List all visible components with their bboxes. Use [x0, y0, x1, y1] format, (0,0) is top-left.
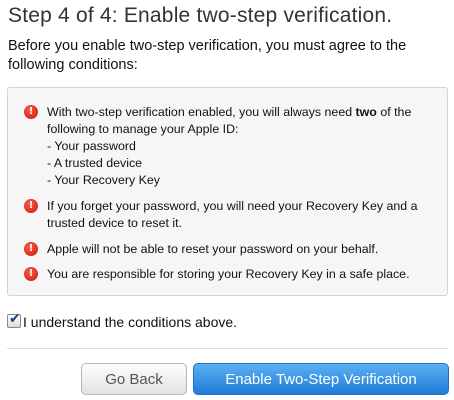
go-back-button[interactable]: Go Back	[81, 363, 187, 395]
enable-two-step-button[interactable]: Enable Two-Step Verification	[193, 363, 449, 395]
page-title: Step 4 of 4: Enable two-step verificatio…	[8, 4, 393, 27]
intro-text: Before you enable two-step verification,…	[8, 38, 407, 73]
divider	[7, 348, 448, 349]
condition-subitem-trusted-device: - A trusted device	[47, 156, 143, 170]
conditions-panel: ! With two-step verification enabled, yo…	[7, 87, 448, 296]
warning-icon: !	[24, 242, 38, 256]
agree-label[interactable]: I understand the conditions above.	[23, 314, 237, 330]
agree-checkbox[interactable]: ✔	[7, 311, 21, 328]
checkmark-icon: ✔	[9, 311, 21, 327]
condition-text: If you forget your password, you will ne…	[47, 199, 418, 230]
condition-subitem-recovery-key: - Your Recovery Key	[47, 173, 160, 187]
warning-icon: !	[24, 199, 38, 213]
condition-text: You are responsible for storing your Rec…	[47, 267, 410, 281]
warning-icon: !	[24, 267, 38, 281]
condition-text-part: With two-step verification enabled, you …	[47, 105, 356, 119]
agree-checkbox-row[interactable]: ✔ I understand the conditions above.	[7, 311, 237, 330]
warning-icon: !	[24, 105, 38, 119]
condition-text: With two-step verification enabled, you …	[47, 104, 437, 189]
condition-text: Apple will not be able to reset your pas…	[47, 242, 379, 256]
condition-subitem-password: - Your password	[47, 139, 136, 153]
condition-emphasis: two	[355, 105, 377, 119]
